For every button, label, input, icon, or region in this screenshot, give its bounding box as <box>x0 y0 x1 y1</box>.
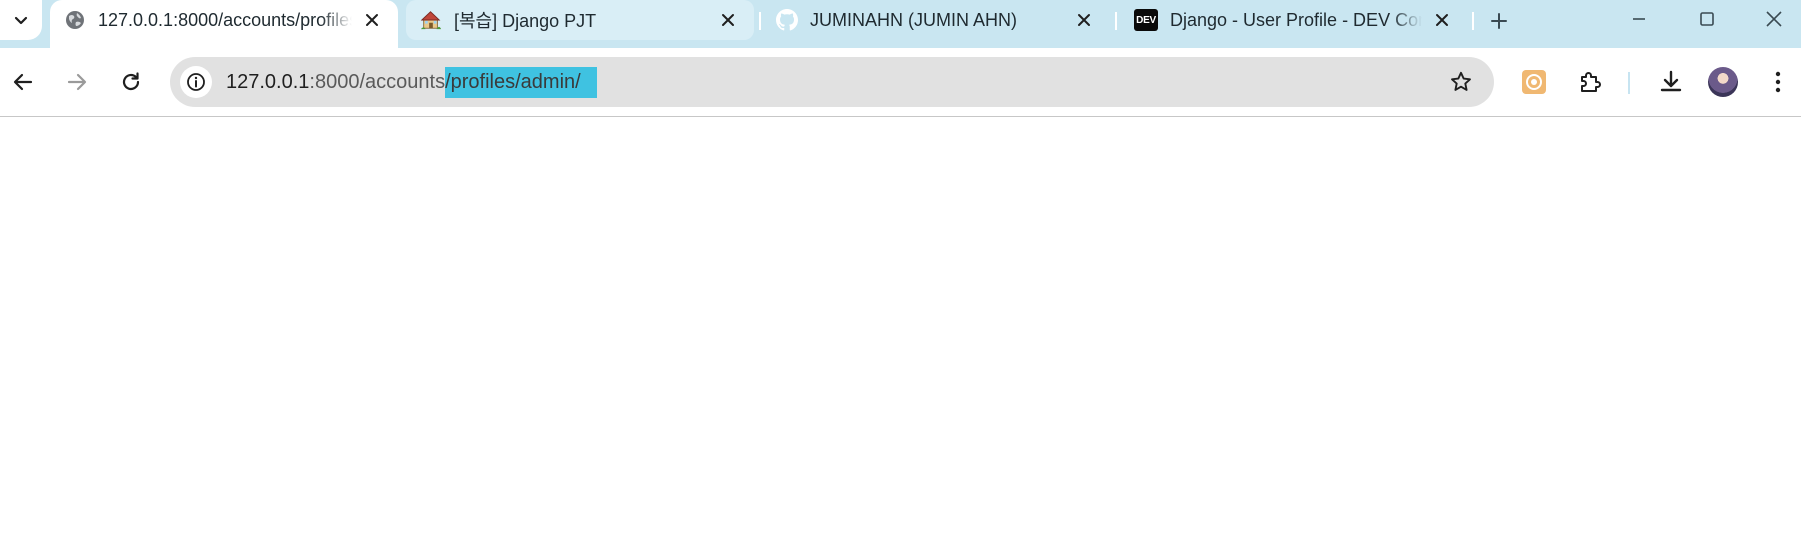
dev-logo-text: DEV <box>1136 14 1156 26</box>
tab-strip: 127.0.0.1:8000/accounts/profiles/admin/ <box>0 0 1801 48</box>
close-tab-button[interactable] <box>360 8 384 32</box>
plus-icon <box>1491 13 1507 29</box>
profile-avatar[interactable] <box>1708 67 1738 97</box>
close-tab-button[interactable] <box>1072 8 1096 32</box>
dev-icon: DEV <box>1134 9 1158 31</box>
download-icon <box>1660 70 1682 92</box>
close-icon <box>1078 14 1090 26</box>
bookmark-button[interactable] <box>1448 69 1474 95</box>
tab-title: JUMINAHN (JUMIN AHN) <box>810 9 1017 30</box>
toolbar-divider <box>1628 72 1630 94</box>
close-icon <box>1766 11 1782 27</box>
browser-toolbar: 127.0.0.1:8000/accounts/profiles/admin/ <box>0 48 1801 117</box>
page-content <box>0 117 1801 544</box>
tab-dev-community[interactable]: DEV Django - User Profile - DEV Communit… <box>1120 0 1468 40</box>
star-icon <box>1451 71 1471 91</box>
close-icon <box>722 14 734 26</box>
tab-separator <box>759 12 761 30</box>
arrow-right-icon <box>67 73 87 91</box>
address-bar[interactable]: 127.0.0.1:8000/accounts/profiles/admin/ <box>170 57 1494 107</box>
kebab-menu-icon <box>1775 71 1781 93</box>
close-tab-button[interactable] <box>716 8 740 32</box>
tab-title: [복습] Django PJT <box>454 11 597 31</box>
tab-github-profile[interactable]: JUMINAHN (JUMIN AHN) <box>762 0 1110 40</box>
reload-button[interactable] <box>111 62 151 102</box>
tab-title: 127.0.0.1:8000/accounts/profiles/admin/ <box>98 9 352 30</box>
puzzle-icon <box>1581 72 1601 92</box>
back-button[interactable] <box>3 62 43 102</box>
close-window-button[interactable] <box>1747 0 1801 38</box>
close-icon <box>366 14 378 26</box>
minimize-icon <box>1633 18 1645 20</box>
tab-separator <box>1115 12 1117 30</box>
site-info-button[interactable] <box>180 66 212 98</box>
maximize-button[interactable] <box>1680 0 1734 38</box>
globe-icon <box>64 9 86 31</box>
tab-django-pjt[interactable]: [복습] Django PJT <box>406 0 754 40</box>
url-text[interactable]: 127.0.0.1:8000/accounts/profiles/admin/ <box>226 57 597 107</box>
extensions-menu-button[interactable] <box>1570 62 1610 102</box>
extension-button[interactable] <box>1514 62 1554 102</box>
url-selected-text: /profiles/admin/ <box>445 66 597 98</box>
tab-search-button[interactable] <box>0 0 42 40</box>
minimize-button[interactable] <box>1612 0 1666 38</box>
browser-menu-button[interactable] <box>1758 62 1798 102</box>
house-icon <box>420 9 442 31</box>
url-host: 127.0.0.1 <box>226 70 310 93</box>
reload-icon <box>122 72 140 91</box>
forward-button[interactable] <box>57 62 97 102</box>
tab-localhost-profile[interactable]: 127.0.0.1:8000/accounts/profiles/admin/ <box>50 0 398 48</box>
tab-separator <box>1472 12 1474 30</box>
maximize-icon <box>1700 12 1714 26</box>
chevron-down-icon <box>14 16 28 25</box>
downloads-button[interactable] <box>1651 62 1691 102</box>
extension-badge-icon <box>1522 70 1546 94</box>
close-icon <box>1436 14 1448 26</box>
browser-window: 127.0.0.1:8000/accounts/profiles/admin/ <box>0 0 1801 544</box>
url-path: :8000/accounts <box>309 70 446 93</box>
tab-title: Django - User Profile - DEV Community <box>1170 9 1422 30</box>
info-icon <box>187 73 205 91</box>
new-tab-button[interactable] <box>1484 6 1514 36</box>
close-tab-button[interactable] <box>1430 8 1454 32</box>
arrow-left-icon <box>13 73 33 91</box>
github-icon <box>776 9 798 31</box>
